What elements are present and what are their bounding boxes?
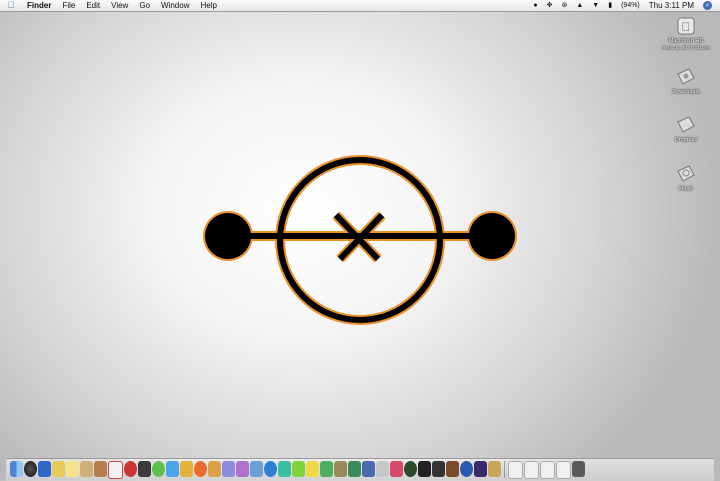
- menu-go[interactable]: Go: [139, 0, 150, 11]
- graph-icon[interactable]: [334, 461, 347, 477]
- hard-drive-icon: : [675, 15, 697, 37]
- spotlight-icon[interactable]: ⌕: [703, 1, 712, 10]
- desktop-icon-label: Dropress: [674, 137, 698, 143]
- folder-icon: [675, 114, 697, 136]
- folder-icon[interactable]: [52, 461, 65, 477]
- desktop-icon-dropress[interactable]: Dropress: [656, 114, 716, 143]
- svg-text:: : [682, 20, 691, 34]
- folder-icon: [675, 163, 697, 185]
- ichat-icon[interactable]: [152, 461, 165, 477]
- stuff-icon[interactable]: [460, 461, 473, 477]
- menu-help[interactable]: Help: [200, 0, 216, 11]
- preview-icon[interactable]: [222, 461, 235, 477]
- stack-icon[interactable]: [488, 461, 501, 477]
- move-icon[interactable]: ✥: [547, 0, 553, 11]
- photo-icon[interactable]: [208, 461, 221, 477]
- globe-icon[interactable]: [264, 461, 277, 477]
- trash-icon[interactable]: [572, 461, 585, 477]
- music-icon[interactable]: [124, 461, 137, 477]
- spider-icon[interactable]: [446, 461, 459, 477]
- contact-icon[interactable]: [94, 461, 107, 477]
- warcraft-icon[interactable]: [474, 461, 487, 477]
- desktop-icon-label: Macintosh HD: [668, 38, 704, 44]
- dock: [6, 458, 714, 481]
- guitar-icon[interactable]: [180, 461, 193, 477]
- globe2-icon[interactable]: [404, 461, 417, 477]
- desktop-icon-downloads[interactable]: Downloads: [656, 66, 716, 95]
- menu-view[interactable]: View: [111, 0, 128, 11]
- menu-bar:  Finder File Edit View Go Window Help ●…: [0, 0, 720, 12]
- apple-icon[interactable]: : [6, 0, 16, 11]
- folder-icon: [675, 66, 697, 88]
- backup-icon[interactable]: [236, 461, 249, 477]
- terminal2-icon[interactable]: [432, 461, 445, 477]
- volume-icon[interactable]: ▼: [592, 0, 599, 11]
- flower-icon[interactable]: [306, 461, 319, 477]
- battery-icon[interactable]: ▮: [608, 0, 612, 11]
- pen-icon[interactable]: [320, 461, 333, 477]
- itunes-icon[interactable]: [166, 461, 179, 477]
- cube-icon[interactable]: [362, 461, 375, 477]
- finder-icon[interactable]: [10, 461, 23, 477]
- mail-icon[interactable]: [250, 461, 263, 477]
- notes-icon[interactable]: [66, 461, 79, 477]
- terminal-icon[interactable]: [418, 461, 431, 477]
- desktop-icon-sublabel: Poslo db, 60.70 GB free: [661, 45, 711, 50]
- wallpaper-emblem: [200, 155, 520, 325]
- desktop-icon-label: Downloads: [672, 89, 700, 95]
- wifi-icon[interactable]: ▲: [576, 0, 583, 11]
- menu-file[interactable]: File: [62, 0, 75, 11]
- desktop-icon-music[interactable]: Music: [656, 163, 716, 192]
- menu-finder[interactable]: Finder: [27, 0, 51, 11]
- dashboard-icon[interactable]: [24, 461, 37, 477]
- doc3-icon[interactable]: [540, 461, 555, 479]
- menu-edit[interactable]: Edit: [86, 0, 100, 11]
- firefox-icon[interactable]: [194, 461, 207, 477]
- word-icon[interactable]: [38, 461, 51, 477]
- desktop-icon-label: Music: [678, 186, 694, 192]
- doc1-icon[interactable]: [508, 461, 523, 479]
- dock-separator: [504, 461, 505, 478]
- calendar-icon[interactable]: [108, 461, 123, 479]
- xcode-icon[interactable]: [348, 461, 361, 477]
- tools-icon[interactable]: [376, 461, 389, 477]
- desktop-icon-macintosh-hd[interactable]:  Macintosh HD Poslo db, 60.70 GB free: [656, 15, 716, 51]
- user-icon[interactable]: ●: [533, 0, 537, 11]
- doc2-icon[interactable]: [524, 461, 539, 479]
- app-x-icon[interactable]: [390, 461, 403, 477]
- battery-percentage: (94%): [621, 2, 640, 9]
- doc4-icon[interactable]: [556, 461, 571, 479]
- menu-window[interactable]: Window: [161, 0, 189, 11]
- bluetooth-icon[interactable]: ⊛: [561, 0, 567, 11]
- toolbox-icon[interactable]: [292, 461, 305, 477]
- colorsync-icon[interactable]: [278, 461, 291, 477]
- clock[interactable]: Thu 3:11 PM: [649, 0, 694, 11]
- pencil-icon[interactable]: [80, 461, 93, 477]
- network-icon[interactable]: [138, 461, 151, 477]
